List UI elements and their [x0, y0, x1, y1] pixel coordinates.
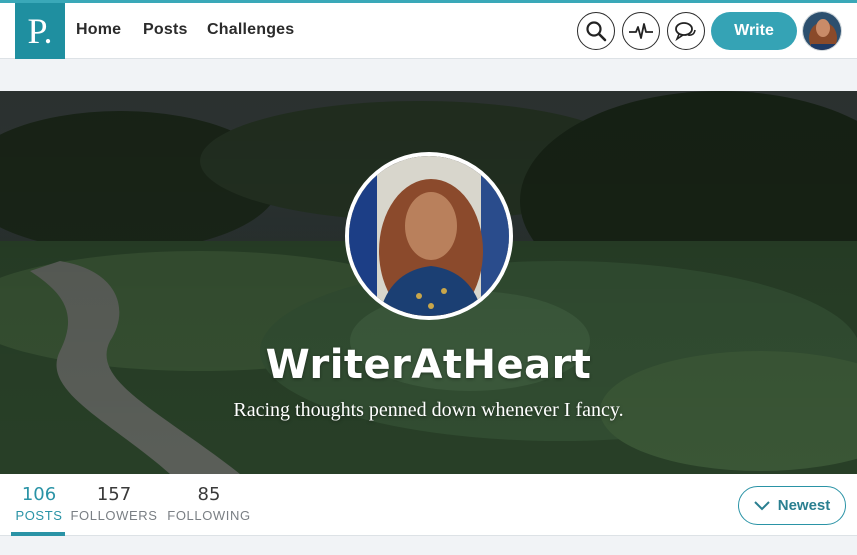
avatar-photo: [803, 12, 841, 50]
nav-challenges-link[interactable]: Challenges: [207, 21, 294, 39]
user-avatar[interactable]: [802, 11, 842, 51]
profile-photo: [349, 156, 509, 316]
stat-following-count: 85: [197, 484, 221, 505]
chat-icon: [675, 22, 696, 42]
profile-stats-bar: 106 POSTS 157 FOLLOWERS 85 FOLLOWING New…: [0, 474, 857, 536]
profile-tagline: Racing thoughts penned down whenever I f…: [233, 399, 624, 421]
write-button[interactable]: Write: [711, 12, 797, 50]
active-tab-indicator: [11, 532, 65, 536]
activity-button[interactable]: [622, 12, 660, 50]
profile-username: WriterAtHeart: [265, 342, 592, 388]
chevron-down-icon: [754, 500, 770, 510]
activity-icon: [629, 23, 653, 39]
nav-home-link[interactable]: Home: [76, 21, 121, 39]
nav-posts-link[interactable]: Posts: [143, 21, 188, 39]
stat-followers-count: 157: [96, 484, 132, 505]
site-logo[interactable]: P.: [15, 3, 65, 59]
stat-followers-label: FOLLOWERS: [70, 508, 158, 523]
search-icon: [586, 21, 607, 42]
sort-newest-button[interactable]: Newest: [738, 486, 846, 525]
messages-button[interactable]: [667, 12, 705, 50]
top-navbar: P. Home Posts Challenges Write: [0, 3, 857, 59]
search-button[interactable]: [577, 12, 615, 50]
stat-posts[interactable]: 106 POSTS: [14, 484, 64, 523]
stat-posts-count: 106: [21, 484, 57, 505]
stat-following-label: FOLLOWING: [167, 508, 251, 523]
stat-posts-label: POSTS: [15, 508, 63, 523]
stat-followers[interactable]: 157 FOLLOWERS: [69, 484, 159, 523]
profile-avatar: [345, 152, 513, 320]
profile-cover: WriterAtHeart Racing thoughts penned dow…: [0, 91, 857, 474]
stat-following[interactable]: 85 FOLLOWING: [165, 484, 253, 523]
sort-label: Newest: [777, 497, 831, 514]
